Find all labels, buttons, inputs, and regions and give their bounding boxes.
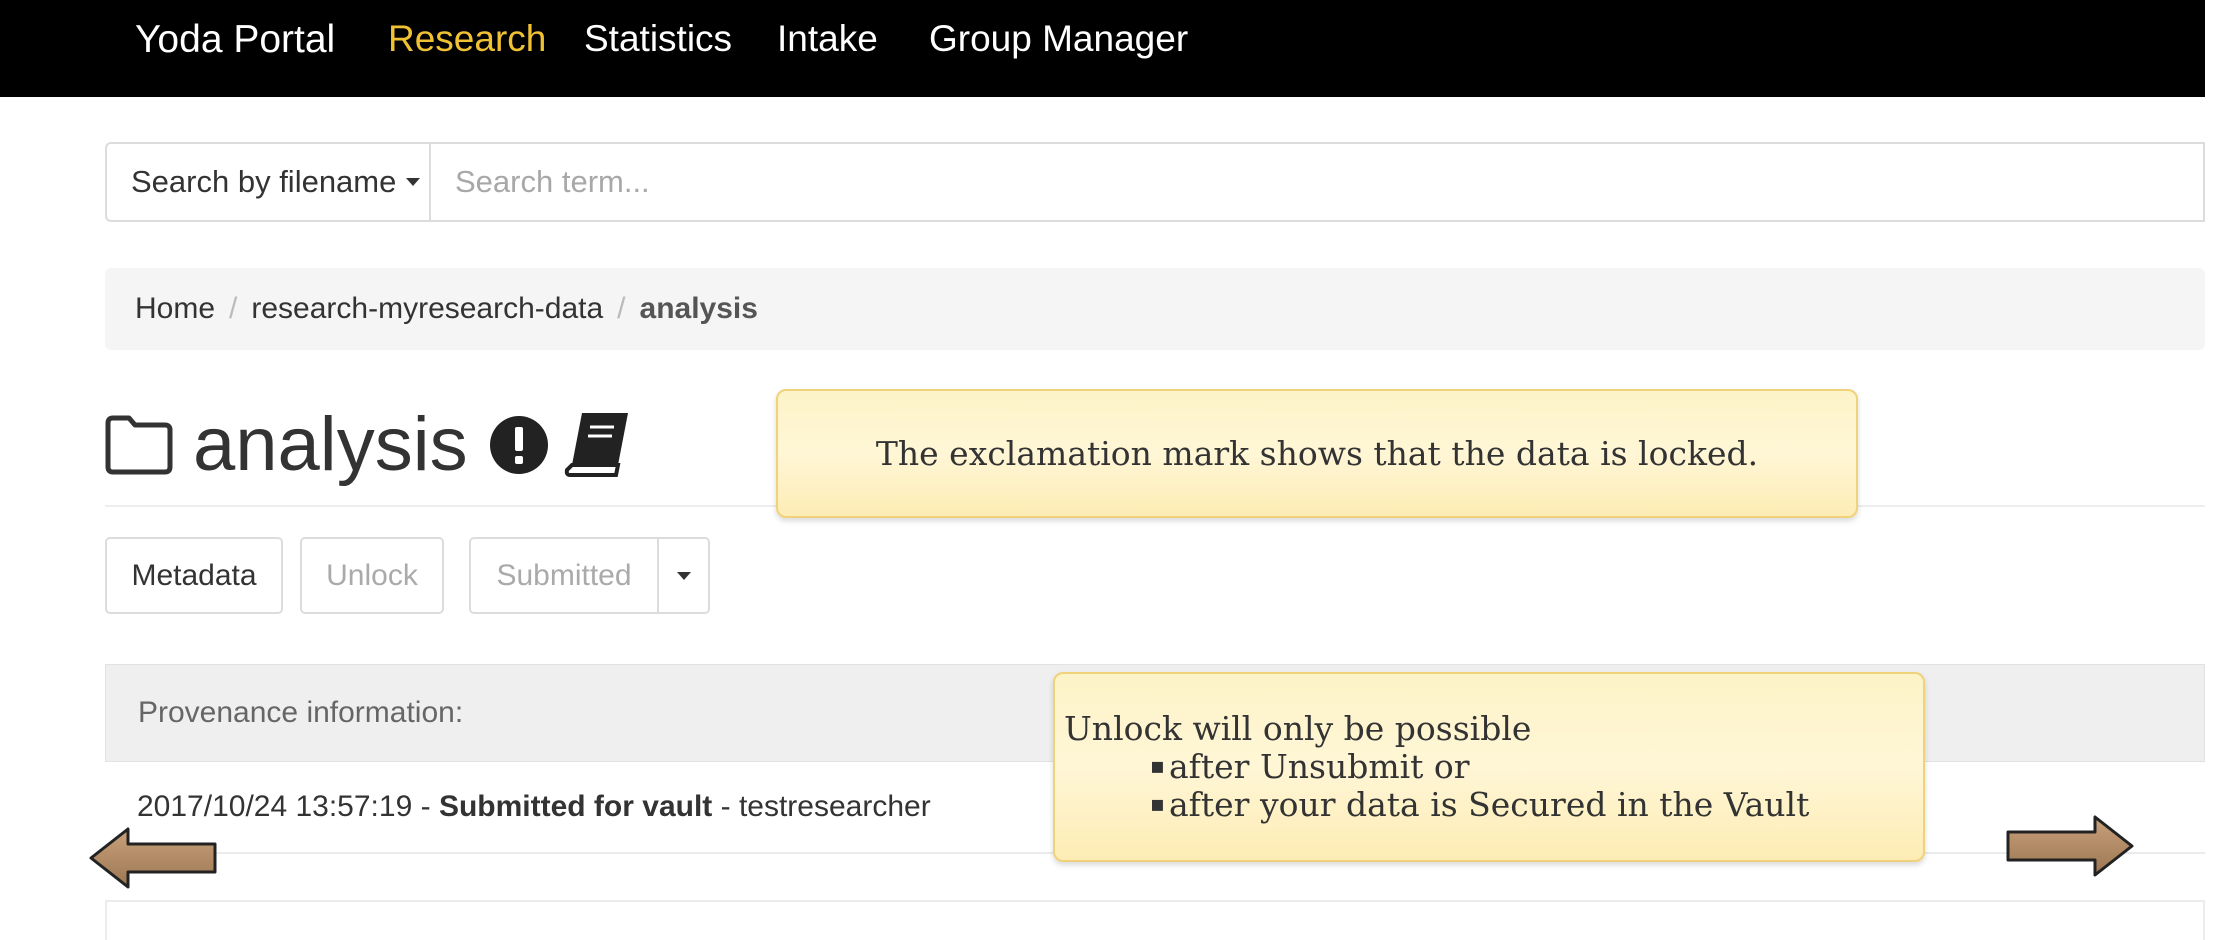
provenance-title: Provenance information: <box>138 696 464 729</box>
provenance-user: testresearcher <box>738 790 931 823</box>
book-icon <box>564 413 628 477</box>
nav-item-group-manager[interactable]: Group Manager <box>929 17 1188 61</box>
search-mode-label: Search by filename <box>131 164 397 199</box>
folder-title-row: analysis <box>103 395 634 495</box>
page-title: analysis <box>193 402 468 487</box>
content-panel <box>105 900 2205 940</box>
provenance-action: Submitted for vault <box>438 790 713 823</box>
unlock-explanation-tooltip: Unlock will only be possible after Unsub… <box>1053 672 1925 862</box>
left-arrow-icon[interactable] <box>88 826 218 890</box>
breadcrumb-separator: / <box>229 292 238 325</box>
breadcrumb-current: analysis <box>639 292 758 325</box>
breadcrumb-home[interactable]: Home <box>135 292 215 326</box>
exclamation-circle-icon <box>489 416 548 474</box>
chevron-down-icon <box>406 178 421 186</box>
unlock-condition-item: after your data is Secured in the Vault <box>1064 785 1923 823</box>
breadcrumb-separator: / <box>617 292 626 325</box>
locked-explanation-tooltip: The exclamation mark shows that the data… <box>776 389 1858 518</box>
top-navbar: Yoda Portal Research Statistics Intake G… <box>0 0 2205 97</box>
right-arrow-icon[interactable] <box>2005 814 2135 878</box>
unlock-explanation-heading: Unlock will only be possible <box>1064 709 1532 748</box>
unlock-conditions-list: after Unsubmit or after your data is Sec… <box>1064 747 1923 823</box>
search-input[interactable] <box>429 142 2205 222</box>
nav-item-research[interactable]: Research <box>388 17 546 61</box>
nav-item-statistics[interactable]: Statistics <box>584 17 732 61</box>
breadcrumb-research-group[interactable]: research-myresearch-data <box>251 292 603 326</box>
submitted-status-button[interactable]: Submitted <box>469 537 659 614</box>
chevron-down-icon <box>676 571 691 580</box>
metadata-button[interactable]: Metadata <box>105 537 283 614</box>
status-dropdown-toggle[interactable] <box>657 537 710 614</box>
provenance-timestamp: 2017/10/24 13:57:19 <box>137 790 413 823</box>
brand-logo[interactable]: Yoda Portal <box>135 17 335 64</box>
unlock-button[interactable]: Unlock <box>300 537 444 614</box>
locked-explanation-text: The exclamation mark shows that the data… <box>875 434 1759 473</box>
unlock-condition-item: after Unsubmit or <box>1064 747 1923 785</box>
provenance-separator: - <box>412 790 439 823</box>
provenance-separator: - <box>712 790 739 823</box>
search-mode-dropdown[interactable]: Search by filename <box>105 142 430 222</box>
folder-icon <box>105 415 173 475</box>
breadcrumb: Home / research-myresearch-data / analys… <box>105 268 2205 350</box>
nav-item-intake[interactable]: Intake <box>777 17 878 61</box>
